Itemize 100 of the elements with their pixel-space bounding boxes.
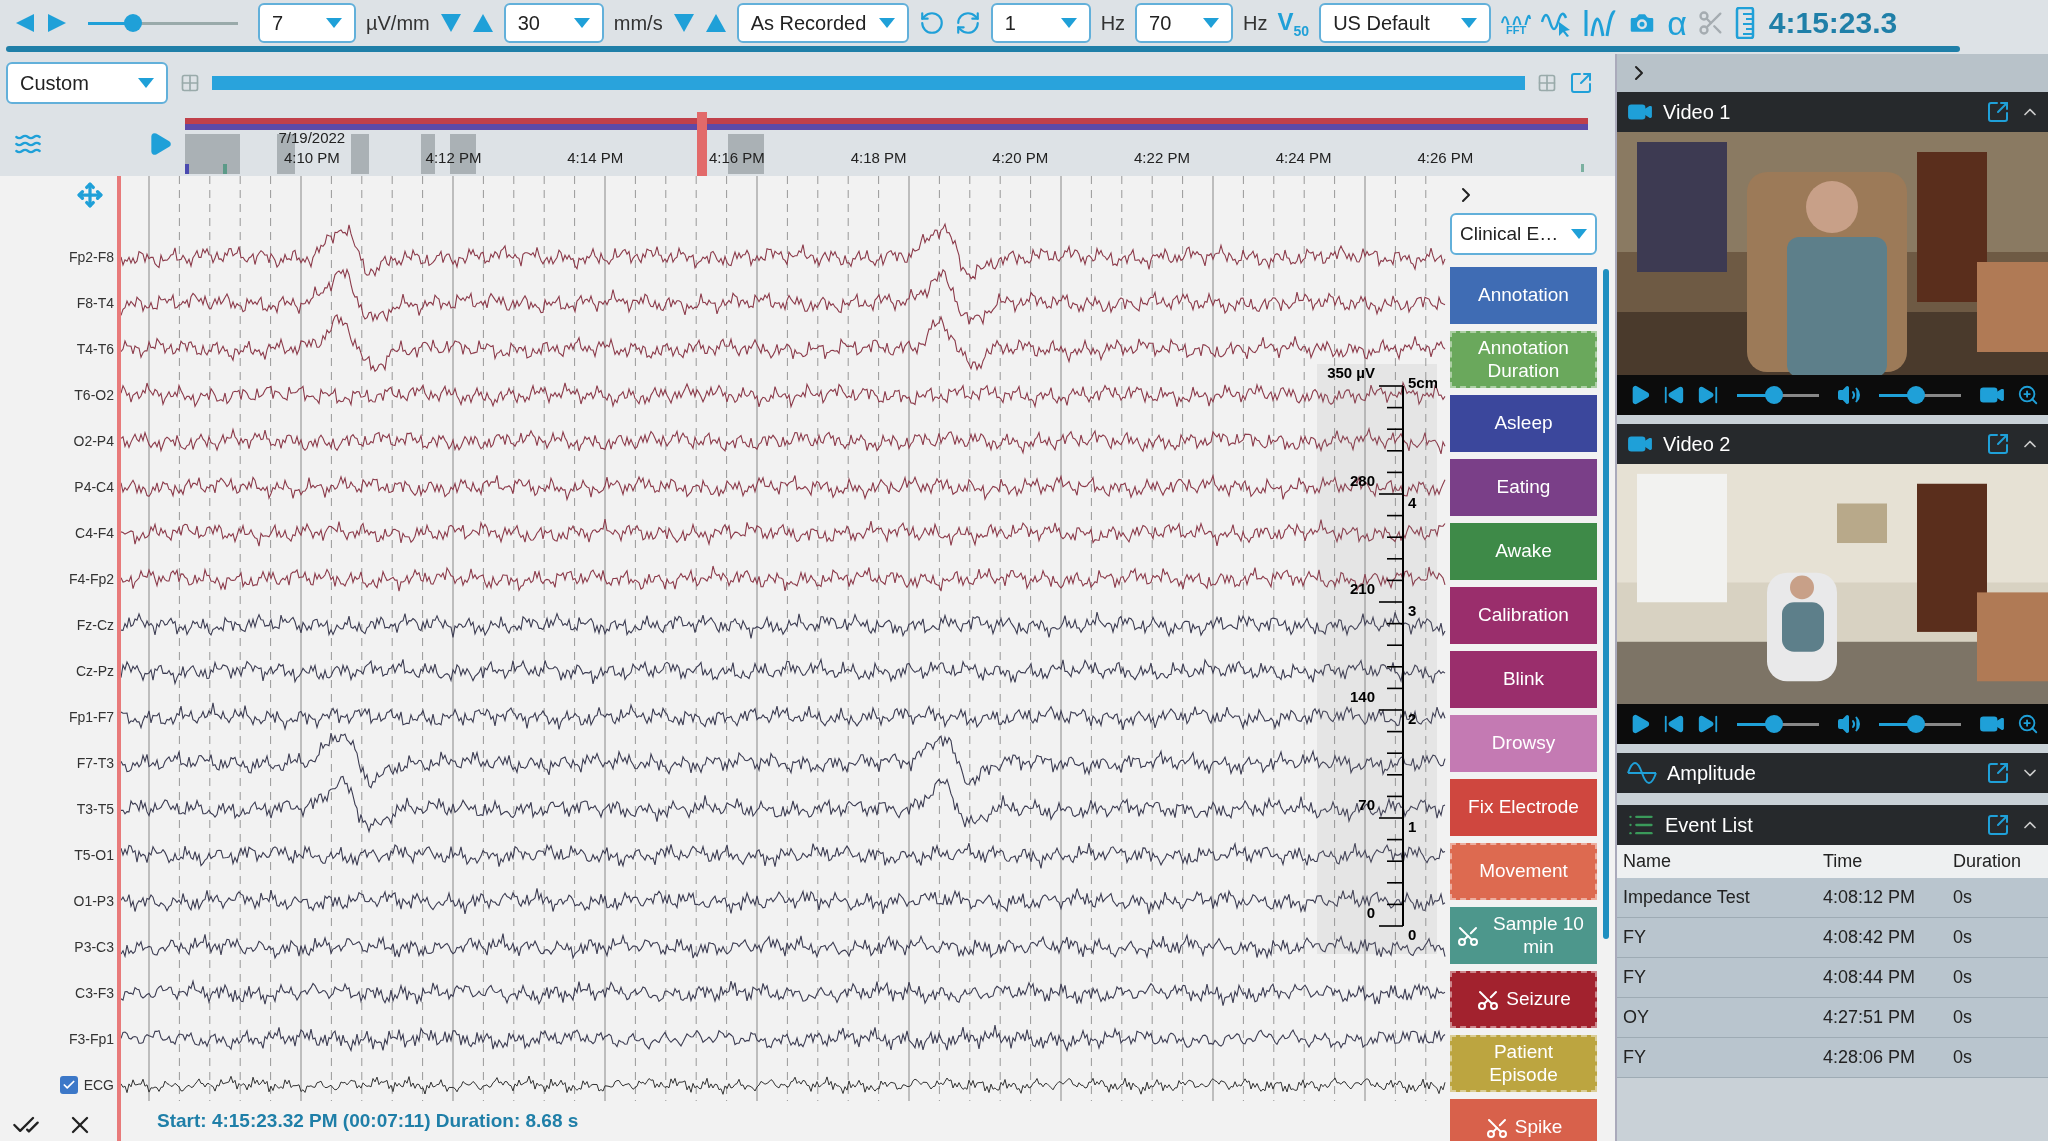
channel-label: F7-T3 [76, 755, 114, 771]
clock-time: 4:15:23.3 [1768, 6, 1898, 40]
table-cell-text: Impedance Test [1623, 887, 1751, 908]
channel-label: ECG [83, 1077, 114, 1093]
channel-label: F3-Fp1 [68, 1031, 114, 1047]
table-cell-text: 4:08:44 PM [1823, 967, 1917, 988]
event-type-button[interactable]: Eating [1450, 459, 1597, 516]
table-cell-text: 0s [1953, 1007, 1973, 1028]
table-cell-text: 4:08:12 PM [1823, 887, 1917, 908]
high-filter-select[interactable]: 70 [1135, 3, 1234, 43]
channel-label: F8-T4 [76, 295, 114, 311]
channel-label: Fz-Cz [76, 617, 114, 633]
event-type-button[interactable]: Blink [1450, 651, 1597, 708]
scale-label: 350 µV [1327, 364, 1375, 381]
event-type-button[interactable]: Awake [1450, 523, 1597, 580]
skip-forward-icon[interactable] [1697, 713, 1719, 735]
popout-icon[interactable] [1986, 761, 2010, 785]
table-cell-text: FY [1623, 967, 1647, 988]
popout-icon[interactable] [1986, 813, 2010, 837]
time-tick-label: 4:14 PM [567, 149, 624, 166]
column-header: Time [1823, 851, 1864, 872]
time-tick-label: 4:16 PM [708, 149, 765, 166]
event-row[interactable]: Impedance Test 4:08:12 PM 0s [1617, 878, 2048, 918]
channel-label: P3-C3 [74, 939, 114, 955]
caret-icon [326, 18, 342, 28]
scale-label: 70 [1358, 796, 1375, 813]
preset-select[interactable]: US Default [1319, 3, 1492, 43]
unit-label: Hz [1100, 11, 1126, 35]
scale-label: 4 [1408, 494, 1417, 511]
checkbox[interactable] [59, 1076, 78, 1094]
channel-label: T4-T6 [76, 341, 114, 357]
scale-label: 0 [1408, 926, 1417, 943]
event-type-button[interactable]: Fix Electrode [1450, 779, 1597, 836]
montage-select[interactable]: As Recorded [736, 3, 909, 43]
caret-icon [573, 18, 590, 28]
sensitivity-select[interactable]: 7 [258, 3, 356, 43]
scrollbar[interactable] [1603, 269, 1609, 939]
skip-back-icon[interactable] [1663, 713, 1685, 735]
scale-label: 0 [1366, 904, 1375, 921]
unit-label: µV/mm [366, 11, 430, 35]
event-type-button[interactable]: Asleep [1450, 395, 1597, 452]
caret-icon [1203, 18, 1220, 28]
event-type-button[interactable]: Annotation [1450, 267, 1597, 324]
skip-forward-icon[interactable] [1697, 384, 1719, 406]
channel-label: Fp2-F8 [68, 249, 114, 265]
time-tick-label: 4:18 PM [850, 149, 907, 166]
skip-back-icon[interactable] [1663, 384, 1685, 406]
event-row[interactable]: FY 4:28:06 PM 0s [1617, 1038, 2048, 1078]
speed-select[interactable]: 30 [503, 3, 604, 43]
panel-title: Video 1 [1663, 100, 1732, 124]
event-type-button[interactable]: Seizure [1450, 971, 1597, 1028]
channel-label: C4-F4 [75, 525, 114, 541]
time-tick-label: 4:22 PM [1134, 149, 1190, 166]
panel-title: Video 2 [1663, 432, 1732, 456]
channel-label: O1-P3 [73, 893, 114, 909]
channel-label: Fp1-F7 [68, 709, 114, 725]
scale-label: 280 [1349, 472, 1375, 489]
panel-title: Event List [1665, 813, 1754, 837]
layout-select[interactable]: Custom [6, 62, 168, 104]
channel-label: T6-O2 [74, 387, 114, 403]
channel-label: T5-O1 [74, 847, 114, 863]
caret-icon [138, 78, 154, 88]
channel-label: C3-F3 [75, 985, 114, 1001]
event-type-button[interactable]: Calibration [1450, 587, 1597, 644]
table-cell-text: 0s [1953, 967, 1973, 988]
channel-label: Cz-Pz [75, 663, 114, 679]
event-row[interactable]: FY 4:08:44 PM 0s [1617, 958, 2048, 998]
time-tick-label: 4:20 PM [992, 149, 1049, 166]
channel-label: P4-C4 [74, 479, 114, 495]
unit-label: Hz [1243, 11, 1268, 35]
table-cell-text: 4:27:51 PM [1823, 1007, 1917, 1028]
caret-icon [878, 18, 895, 28]
channel-label: F4-Fp2 [68, 571, 114, 587]
event-row[interactable]: OY 4:27:51 PM 0s [1617, 998, 2048, 1038]
time-tick-label: 4:10 PM [283, 149, 340, 166]
volume-icon[interactable] [1837, 383, 1861, 407]
zoom-icon[interactable] [2017, 713, 2039, 735]
event-category-select[interactable]: Clinical E… [1450, 213, 1597, 255]
unit-label: mm/s [613, 11, 663, 35]
date-label: 7/19/2022 [278, 129, 346, 146]
check-icon [61, 1078, 76, 1092]
time-tick-label: 4:12 PM [425, 149, 482, 166]
volume-icon[interactable] [1837, 712, 1861, 736]
popout-icon[interactable] [1986, 432, 2010, 456]
popout-icon[interactable] [1986, 100, 2010, 124]
caret-icon [1461, 18, 1478, 28]
column-header: Name [1623, 851, 1672, 872]
zoom-icon[interactable] [2017, 384, 2039, 406]
sine-wave-icon [1627, 761, 1657, 785]
low-filter-select[interactable]: 1 [990, 3, 1091, 43]
table-cell-text: 4:28:06 PM [1823, 1047, 1917, 1068]
event-row[interactable]: FY 4:08:42 PM 0s [1617, 918, 2048, 958]
scale-label: 5cm [1408, 374, 1437, 391]
page-scroll-bar[interactable] [212, 76, 1525, 90]
move-icon[interactable] [77, 182, 103, 208]
scale-label: 210 [1349, 580, 1375, 597]
column-header: Duration [1953, 851, 2023, 872]
table-cell-text: FY [1623, 1047, 1647, 1068]
event-type-button[interactable]: Spike [1450, 1099, 1597, 1141]
table-cell-text: FY [1623, 927, 1647, 948]
